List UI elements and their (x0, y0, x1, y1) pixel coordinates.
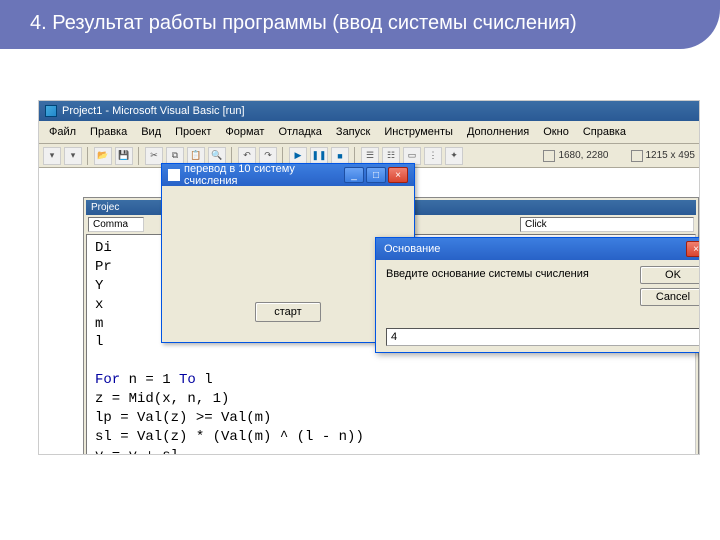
tb-toolbox-icon[interactable]: ✦ (445, 147, 463, 165)
tb-save-icon[interactable]: 💾 (115, 147, 133, 165)
toolbar-separator (282, 147, 284, 165)
size-icon (631, 150, 643, 162)
maximize-icon[interactable]: □ (366, 167, 386, 183)
toolbar-separator (354, 147, 356, 165)
coords-pos: 1680, 2280 (558, 150, 608, 161)
tb-objbrowser-icon[interactable]: ⋮ (424, 147, 442, 165)
tb-new-icon[interactable]: ▾ (43, 147, 61, 165)
menu-project[interactable]: Проект (169, 124, 217, 140)
menu-window[interactable]: Окно (537, 124, 575, 140)
tb-open-icon[interactable]: 📂 (94, 147, 112, 165)
screenshot: Project1 - Microsoft Visual Basic [run] … (38, 100, 700, 455)
menu-debug[interactable]: Отладка (272, 124, 327, 140)
tb-redo-icon[interactable]: ↷ (259, 147, 277, 165)
tb-copy-icon[interactable]: ⧉ (166, 147, 184, 165)
tb-pause-icon[interactable]: ❚❚ (310, 147, 328, 165)
dialog-title: Основание (384, 243, 440, 255)
ide-menu[interactable]: Файл Правка Вид Проект Формат Отладка За… (39, 121, 699, 144)
run-form-title: перевод в 10 систему счисления (184, 163, 344, 187)
object-combo[interactable]: Comma (88, 217, 144, 232)
toolbar-separator (138, 147, 140, 165)
form-icon (168, 169, 180, 181)
toolbar-separator (87, 147, 89, 165)
close-icon[interactable]: × (686, 241, 700, 257)
ide-titlebar: Project1 - Microsoft Visual Basic [run] (39, 101, 699, 121)
position-icon (543, 150, 555, 162)
proc-combo[interactable]: Click (520, 217, 694, 232)
dialog-titlebar[interactable]: Основание × (376, 238, 700, 260)
menu-tools[interactable]: Инструменты (378, 124, 459, 140)
cancel-button[interactable]: Cancel (640, 288, 700, 306)
tb-undo-icon[interactable]: ↶ (238, 147, 256, 165)
tb-project-icon[interactable]: ☰ (361, 147, 379, 165)
tb-props-icon[interactable]: ☷ (382, 147, 400, 165)
tb-run-icon[interactable]: ▶ (289, 147, 307, 165)
menu-file[interactable]: Файл (43, 124, 82, 140)
tb-addform-icon[interactable]: ▾ (64, 147, 82, 165)
tb-form-icon[interactable]: ▭ (403, 147, 421, 165)
ide-title: Project1 - Microsoft Visual Basic [run] (62, 105, 245, 117)
tb-cut-icon[interactable]: ✂ (145, 147, 163, 165)
menu-help[interactable]: Справка (577, 124, 632, 140)
menu-addins[interactable]: Дополнения (461, 124, 535, 140)
tb-stop-icon[interactable]: ■ (331, 147, 349, 165)
slide-heading: 4. Результат работы программы (ввод сист… (30, 12, 577, 34)
minimize-icon[interactable]: _ (344, 167, 364, 183)
slide-header: 4. Результат работы программы (ввод сист… (0, 0, 720, 49)
menu-view[interactable]: Вид (135, 124, 167, 140)
vb-icon (45, 105, 57, 117)
toolbar-separator (231, 147, 233, 165)
coords-display: 1680, 2280 1215 x 495 (543, 150, 695, 162)
menu-run[interactable]: Запуск (330, 124, 376, 140)
start-button[interactable]: старт (255, 302, 320, 322)
inputbox-dialog[interactable]: Основание × Введите основание системы сч… (375, 237, 700, 353)
coords-size: 1215 x 495 (646, 150, 696, 161)
menu-format[interactable]: Формат (219, 124, 270, 140)
tb-paste-icon[interactable]: 📋 (187, 147, 205, 165)
dialog-body: Введите основание системы счисления OK C… (376, 260, 700, 352)
dialog-input[interactable] (386, 328, 700, 346)
ok-button[interactable]: OK (640, 266, 700, 284)
menu-edit[interactable]: Правка (84, 124, 133, 140)
close-icon[interactable]: × (388, 167, 408, 183)
run-form-titlebar[interactable]: перевод в 10 систему счисления _ □ × (162, 164, 414, 186)
tb-find-icon[interactable]: 🔍 (208, 147, 226, 165)
